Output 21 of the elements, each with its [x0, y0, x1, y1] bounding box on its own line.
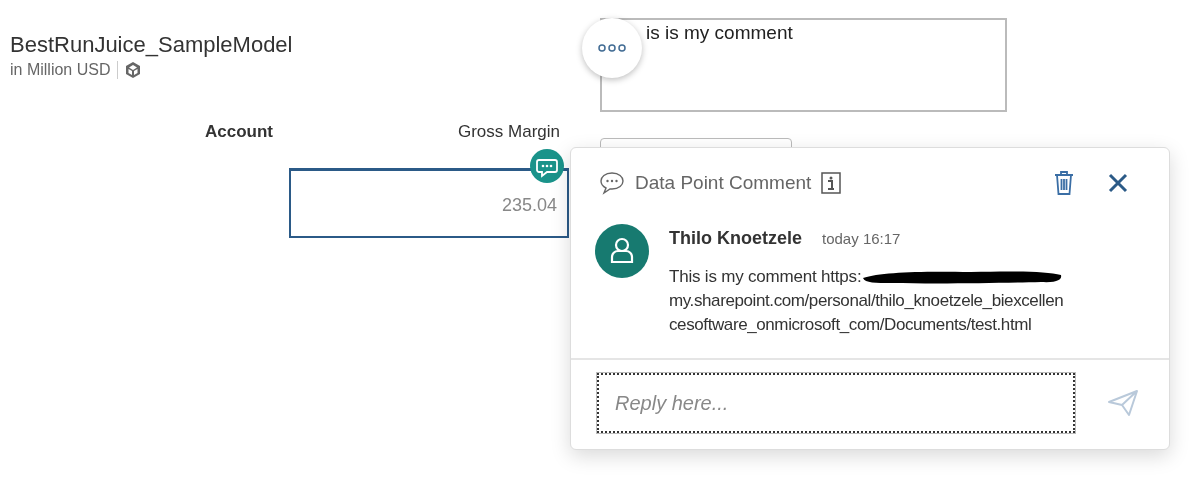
comment-time: today 16:17	[822, 230, 901, 247]
reply-field[interactable]: Reply here...	[597, 373, 1075, 433]
column-header: Account	[205, 122, 273, 142]
comment-text-area[interactable]: is is my comment	[600, 18, 1007, 112]
unit-label: in Million USD	[10, 61, 111, 79]
comment-text: my.sharepoint.com/personal/thilo_knoetzele_biexcellen	[669, 290, 1064, 312]
delete-icon[interactable]	[1053, 170, 1075, 196]
close-icon[interactable]	[1107, 172, 1129, 194]
comment-icon	[599, 171, 625, 195]
more-icon	[597, 44, 627, 52]
cube-icon	[125, 61, 142, 79]
author-name: Thilo Knoetzele	[669, 228, 802, 249]
comment-text: This is my comment https:	[669, 266, 862, 288]
avatar-icon	[595, 224, 649, 278]
info-icon[interactable]	[821, 172, 842, 194]
more-button[interactable]	[582, 18, 642, 78]
column-header: Gross Margin	[457, 122, 560, 142]
model-title: BestRunJuice_SampleModel	[10, 32, 293, 58]
comment-text: cesoftware_onmicrosoft_com/Documents/test.html	[669, 314, 1033, 336]
comment-indicator-icon[interactable]	[530, 149, 564, 183]
popup-title: Data Point Comment	[635, 172, 812, 194]
